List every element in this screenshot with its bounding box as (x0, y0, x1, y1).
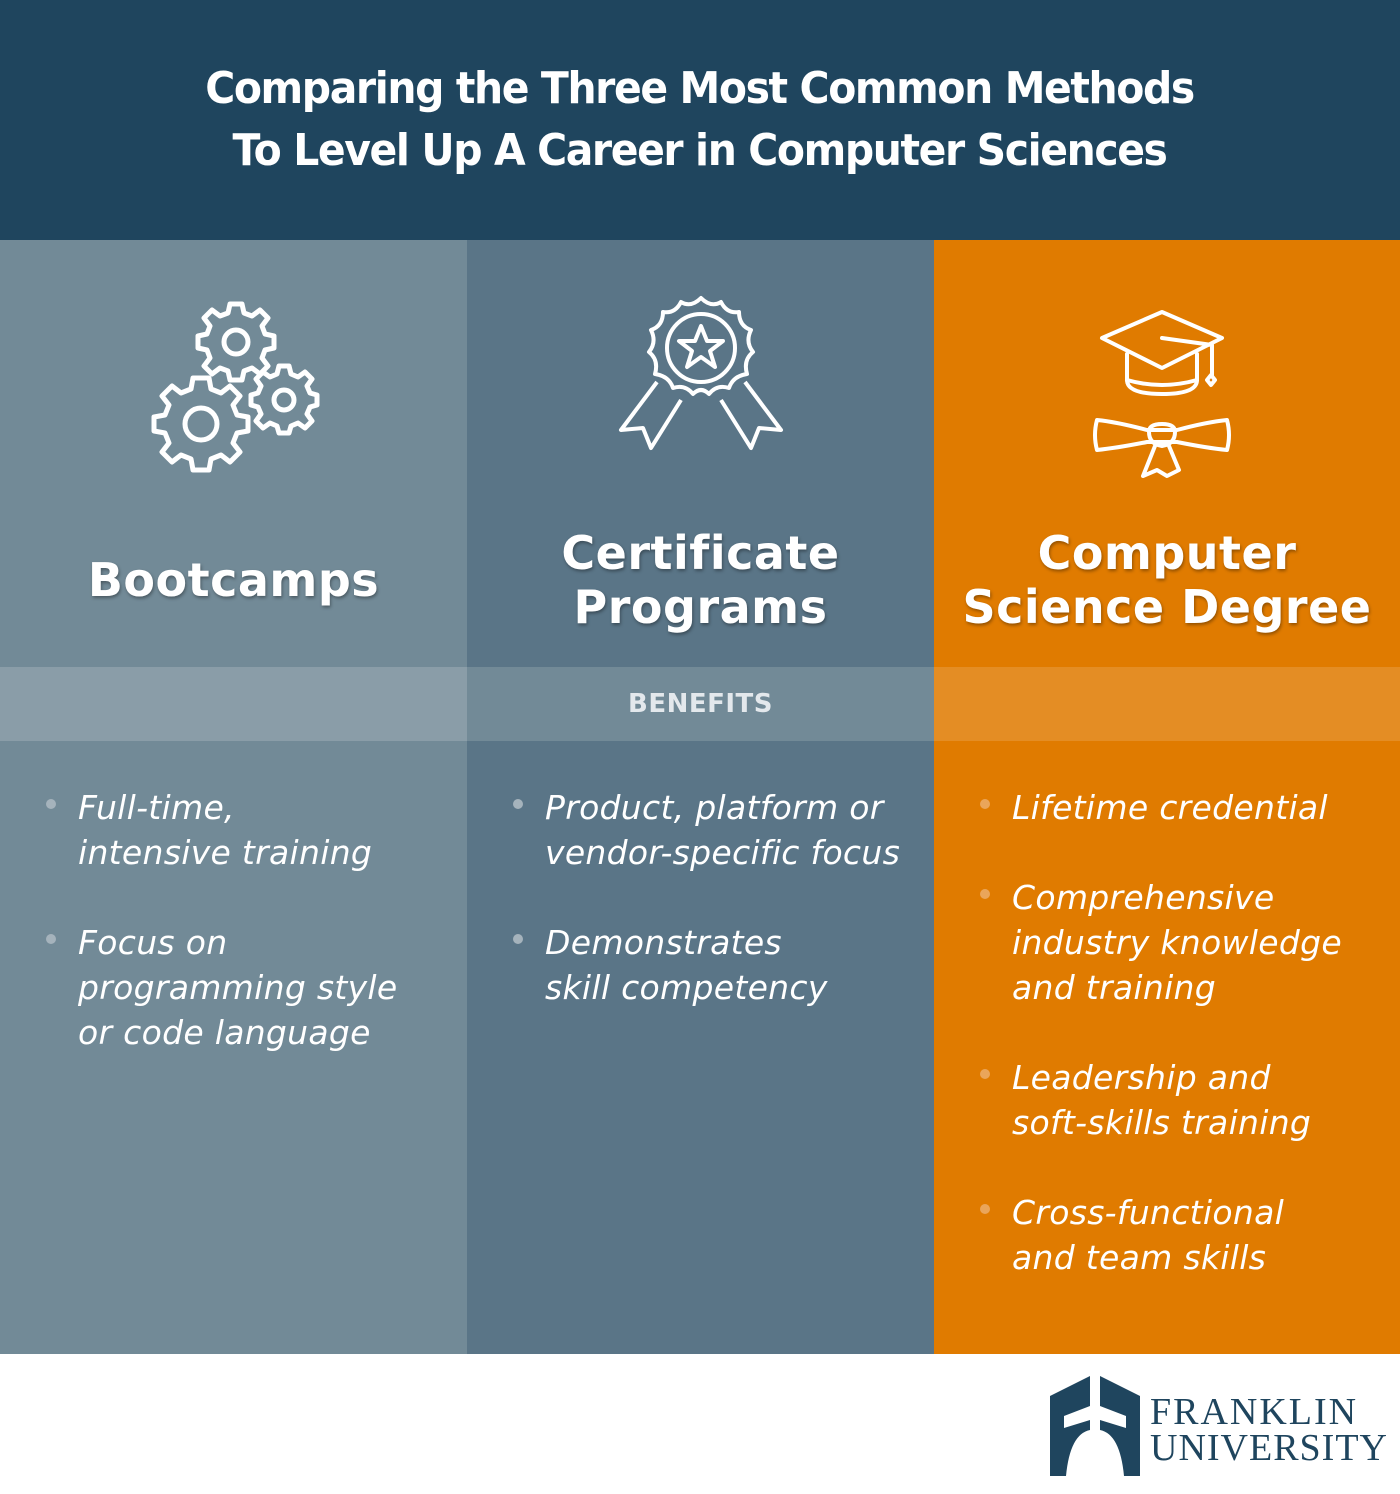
benefits-list: Product, platform or vendor-specific focu… (513, 785, 924, 1055)
list-item: Demonstrates skill competency (513, 920, 924, 1010)
benefits-list: Full-time, intensive training Focus on pro… (46, 785, 457, 1100)
benefits-band (934, 667, 1400, 741)
franklin-university-logo: FRANKLIN UNIVERSITY (1050, 1376, 1387, 1476)
bullet-icon (46, 934, 56, 944)
column-computer-science-degree: Computer Science Degree Lifetime credenti… (934, 240, 1400, 1354)
header-banner: Comparing the Three Most Common Methods … (0, 0, 1400, 240)
bullet-icon (513, 934, 523, 944)
column-bootcamps: Bootcamps Full-time, intensive training F… (0, 240, 467, 1354)
page-title: Comparing the Three Most Common Methods … (205, 63, 1196, 176)
list-item: Product, platform or vendor-specific focu… (513, 785, 924, 875)
gears-icon (151, 301, 319, 473)
list-item: Cross-functional and team skills (980, 1190, 1390, 1280)
column-title: Certificate Programs (561, 526, 840, 634)
list-item: Lifetime credential (980, 785, 1390, 830)
list-item: Full-time, intensive training (46, 785, 457, 875)
bullet-icon (980, 889, 990, 899)
column-certificate-programs: Certificate Programs BENEFITS Product, pl… (467, 240, 934, 1354)
arch-logo-icon (1050, 1376, 1140, 1476)
benefits-list: Lifetime credential Comprehensive industr… (980, 785, 1390, 1325)
benefits-band (0, 667, 467, 741)
list-item: Comprehensive industry knowledge and train… (980, 875, 1390, 1010)
bullet-icon (980, 1069, 990, 1079)
award-ribbon-icon (618, 296, 783, 450)
bullet-icon (513, 799, 523, 809)
list-item: Focus on programming style or code languag… (46, 920, 457, 1055)
list-item: Leadership and soft-skills training (980, 1055, 1390, 1145)
logo-wordmark: FRANKLIN UNIVERSITY (1150, 1391, 1388, 1469)
column-title: Computer Science Degree (962, 526, 1372, 634)
column-title: Bootcamps (87, 553, 380, 607)
bullet-icon (980, 799, 990, 809)
bullet-icon (980, 1204, 990, 1214)
graduation-cap-diploma-icon (1093, 310, 1231, 478)
bullet-icon (46, 799, 56, 809)
benefits-label: BENEFITS (628, 689, 773, 719)
benefits-band: BENEFITS (467, 667, 934, 741)
